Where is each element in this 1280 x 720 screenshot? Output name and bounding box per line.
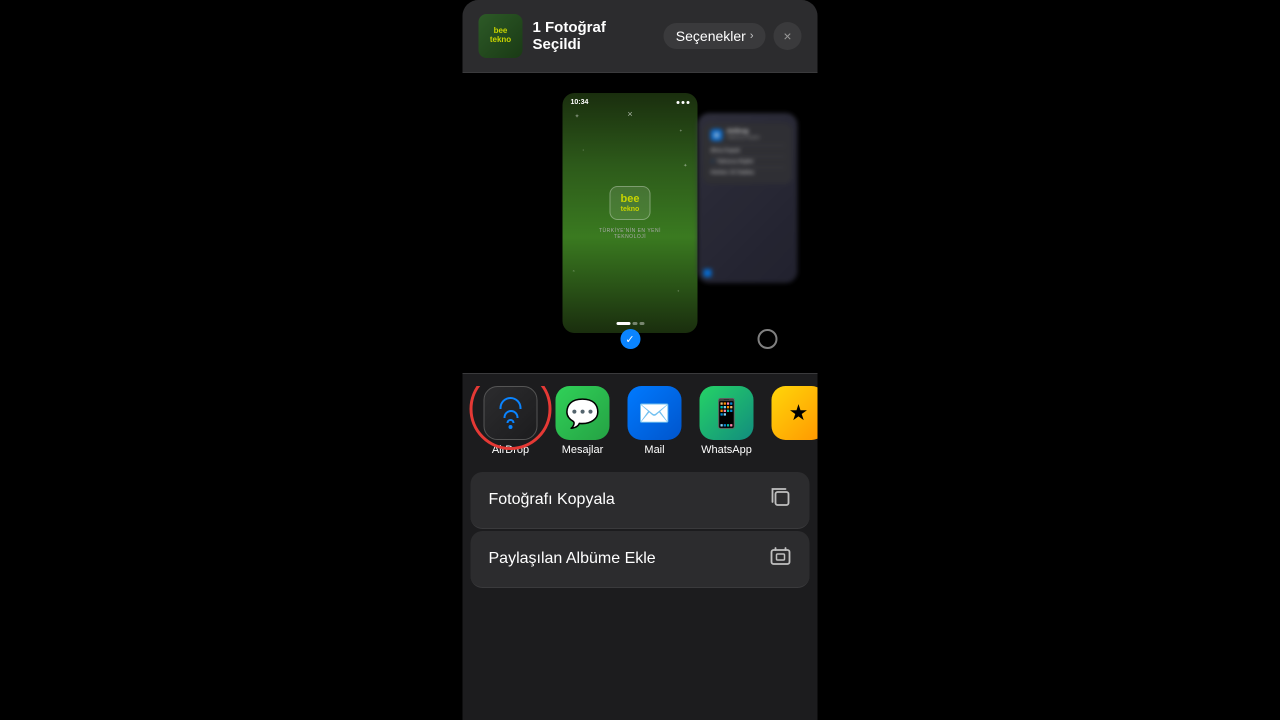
app-item-partial[interactable]: ★: [767, 386, 818, 456]
copy-photo-label: Fotoğrafı Kopyala: [489, 491, 615, 509]
selection-check: ✓: [620, 329, 640, 349]
status-bar: 10:34: [571, 99, 690, 106]
blue-indicator: [704, 269, 712, 277]
empty-selection-circle: [758, 329, 778, 349]
airdrop-overlay-info: AirDrop Yalnızca Kişiler: [727, 129, 761, 141]
photo-preview-area: 10:34 ✦ ✦ × ✦ × ✦ × bee: [463, 73, 818, 373]
mail-icon-emoji: ✉️: [638, 398, 670, 429]
copy-icon-svg: [770, 486, 792, 508]
partial-icon-symbol: ★: [789, 400, 809, 426]
tekno-text: tekno: [621, 206, 640, 213]
options-label: Seçenekler: [676, 28, 746, 44]
album-icon-svg: [770, 545, 792, 567]
star-decoration: ×: [583, 148, 585, 152]
mail-app-icon: ✉️: [628, 386, 682, 440]
airdrop-option-off: Alma Kapalı: [711, 145, 785, 156]
share-sheet: beetekno 1 Fotoğraf Seçildi Seçenekler ›…: [463, 0, 818, 720]
airdrop-small-icon: ◉: [711, 129, 723, 141]
airdrop-wrapper: AirDrop: [479, 386, 543, 456]
messages-app-icon: 💬: [556, 386, 610, 440]
app-item-airdrop[interactable]: AirDrop: [479, 386, 543, 456]
airdrop-label: AirDrop: [492, 444, 529, 456]
share-sheet-header: beetekno 1 Fotoğraf Seçildi Seçenekler ›…: [463, 0, 818, 73]
add-album-icon: [770, 545, 792, 573]
star-decoration: ✦: [683, 163, 687, 169]
star-decoration: ✦: [677, 289, 680, 293]
add-album-label: Paylaşılan Albüme Ekle: [489, 550, 656, 568]
whatsapp-label: WhatsApp: [701, 444, 752, 456]
star-decoration: ✦: [679, 128, 682, 133]
slogan-text: TÜRKİYE'NİN EN YENİTEKNOLOJİ: [599, 228, 661, 240]
bee-text-line1: bee: [621, 193, 640, 205]
check-icon: ✓: [625, 333, 634, 346]
actions-list: Fotoğrafı Kopyala Paylaşılan Albüme Ekle: [463, 464, 818, 720]
bee-logo: bee tekno: [610, 186, 651, 219]
messages-icon-emoji: 💬: [565, 397, 600, 430]
main-photo: 10:34 ✦ ✦ × ✦ × ✦ × bee: [563, 93, 698, 333]
chevron-right-icon: ›: [750, 30, 754, 42]
close-button[interactable]: ×: [774, 22, 802, 50]
photo-dots: [616, 322, 644, 325]
airdrop-option-contacts: Yalnızca Kişiler: [711, 156, 785, 167]
mail-label: Mail: [644, 444, 664, 456]
airdrop-option-everyone: Herkes 10 Dakika: [711, 167, 785, 178]
status-icons: [677, 101, 690, 104]
airdrop-app-icon: [484, 386, 538, 440]
options-button[interactable]: Seçenekler ›: [664, 23, 766, 49]
copy-photo-button[interactable]: Fotoğrafı Kopyala: [471, 472, 810, 529]
whatsapp-icon-emoji: 📱: [709, 397, 744, 430]
add-album-button[interactable]: Paylaşılan Albüme Ekle: [471, 531, 810, 588]
photo-close-icon: ×: [627, 109, 632, 119]
selected-photo-thumb: beetekno: [479, 14, 523, 58]
airdrop-overlay-header: ◉ AirDrop Yalnızca Kişiler: [711, 129, 785, 141]
app-item-mail[interactable]: ✉️ Mail: [623, 386, 687, 456]
apps-scroll: AirDrop 💬 Mesajlar ✉️: [463, 386, 818, 456]
secondary-photo: ◉ AirDrop Yalnızca Kişiler Alma Kapalı Y…: [698, 113, 798, 283]
status-time: 10:34: [571, 99, 589, 106]
airdrop-menu-overlay: ◉ AirDrop Yalnızca Kişiler Alma Kapalı Y…: [703, 123, 793, 184]
star-decoration: ×: [573, 268, 575, 273]
app-item-messages[interactable]: 💬 Mesajlar: [551, 386, 615, 456]
star-decoration: ✦: [575, 113, 580, 120]
whatsapp-app-icon: 📱: [700, 386, 754, 440]
messages-label: Mesajlar: [562, 444, 604, 456]
partial-app-icon: ★: [772, 386, 818, 440]
close-icon: ×: [783, 28, 791, 44]
app-item-whatsapp[interactable]: 📱 WhatsApp: [695, 386, 759, 456]
sheet-title: 1 Fotoğraf Seçildi: [533, 19, 656, 53]
bottom-spacer: [463, 590, 818, 630]
header-info: 1 Fotoğraf Seçildi: [533, 19, 656, 53]
apps-row: AirDrop 💬 Mesajlar ✉️: [463, 373, 818, 464]
airdrop-overlay-subtitle: Yalnızca Kişiler: [727, 135, 761, 141]
copy-photo-icon: [770, 486, 792, 514]
